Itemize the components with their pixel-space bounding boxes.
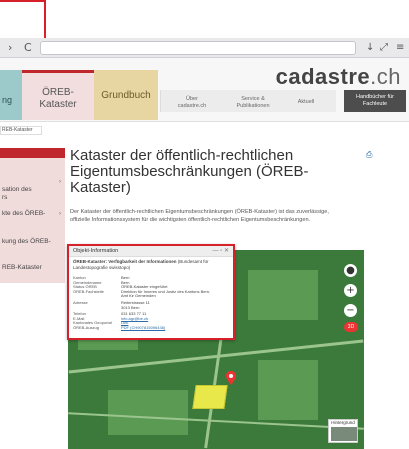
expand-icon[interactable]: ⤢ [380,41,388,55]
tab-oereb-label: ÖREB- Kataster [39,87,77,110]
intro-text: Der Kataster der öffentlich-rechtlichen … [70,209,329,223]
object-info-popup[interactable]: Objekt-Information — ▫ ✕ ÖREB-Kataster: … [67,244,235,340]
sidebar-item-organisation[interactable]: sation des rs › [0,178,65,201]
nav-about[interactable]: Über cadastre.ch [168,96,216,110]
map-block [258,360,318,420]
background-label: Hintergrund [331,420,355,425]
chevron-right-icon: › [59,211,61,217]
tab-oereb-kataster[interactable]: ÖREB- Kataster [22,70,94,120]
zoom-out-button[interactable]: − [344,304,357,317]
sidebar-item-kataster[interactable]: REB-Kataster [0,264,65,274]
sidebar-item-label: kte des ÖREB- [2,210,46,217]
sidebar-item-label: kung des ÖREB- [2,238,51,245]
popup-subtitle-bold: ÖREB-Kataster: Verfügbarkeit der Informa… [73,259,177,264]
sidebar-item-label: sation des rs [2,186,32,201]
download-icon[interactable]: ↓ [366,41,374,55]
browser-toolbar: › C ↓ ⤢ ≡ [0,38,409,58]
nav-service[interactable]: Service & Publikationen [226,96,280,110]
sidebar-item-inhalte[interactable]: kte des ÖREB- › [0,210,65,220]
tab-previous[interactable]: ng [0,70,22,120]
popup-attributes: Kanton Bern Gemeindename Bern Status ÖREB Ö… [69,275,233,331]
site-header: ng ÖREB- Kataster Grundbuch cadastre.ch … [0,58,409,122]
breadcrumb[interactable]: REB-Kataster [0,126,42,135]
3d-toggle[interactable]: 3D [344,322,358,332]
sidebar-item-wirkung[interactable]: kung des ÖREB- [0,238,65,248]
sidebar-item-active[interactable] [0,148,65,158]
location-pin-icon [226,371,236,385]
tab-previous-label: ng [2,95,13,105]
popup-header: Objekt-Information — ▫ ✕ [69,246,233,257]
page-title: Kataster der öffentlich-rechtlichen Eige… [70,147,309,196]
sidebar-item-label: REB-Kataster [2,264,42,271]
tab-grundbuch[interactable]: Grundbuch [94,70,158,120]
highlight-connector [0,0,46,2]
attr-row: ÖREB-Auszug PDF (CH907815096436) [69,324,233,331]
zoom-in-button[interactable]: + [344,284,357,297]
highlight-connector [44,0,46,38]
attr-value: Amt für Gemeinden [121,293,156,299]
pdf-extract-link[interactable]: PDF (CH907815096436) [121,325,165,331]
nav-news[interactable]: Aktuell [288,99,324,106]
logo-suffix: .ch [370,64,401,89]
locate-button[interactable]: ● [344,264,357,277]
map-block [248,270,318,320]
popup-subtitle: ÖREB-Kataster: Verfügbarkeit der Informa… [69,257,233,273]
address-bar[interactable] [40,41,356,55]
attr-label: ÖREB-Auszug [73,324,100,330]
selected-parcel[interactable] [192,385,228,409]
logo-main: cadastre [275,64,371,89]
print-icon[interactable]: ⎙ [366,150,372,160]
menu-icon[interactable]: ≡ [396,41,404,55]
background-switcher[interactable]: Hintergrund [328,419,358,443]
popup-window-controls[interactable]: — ▫ ✕ [213,246,230,257]
background-thumbnail [331,427,357,441]
tab-grundbuch-label: Grundbuch [101,90,151,101]
attr-row: Amt für Gemeinden [69,294,233,299]
popup-title: Objekt-Information [73,248,119,254]
attr-value: 3013 Bern [121,304,140,310]
attr-row: 3013 Bern [69,304,233,311]
handbuch-label: Handbücher für Fachleute [356,94,394,107]
forward-button[interactable]: › [8,41,12,55]
reload-button[interactable]: C [24,41,32,55]
sidebar: sation des rs › kte des ÖREB- › kung des… [0,148,65,283]
handbuch-button[interactable]: Handbücher für Fachleute [344,90,406,112]
site-logo[interactable]: cadastre.ch [276,64,401,90]
map-block [108,390,188,435]
chevron-right-icon: › [59,179,61,185]
